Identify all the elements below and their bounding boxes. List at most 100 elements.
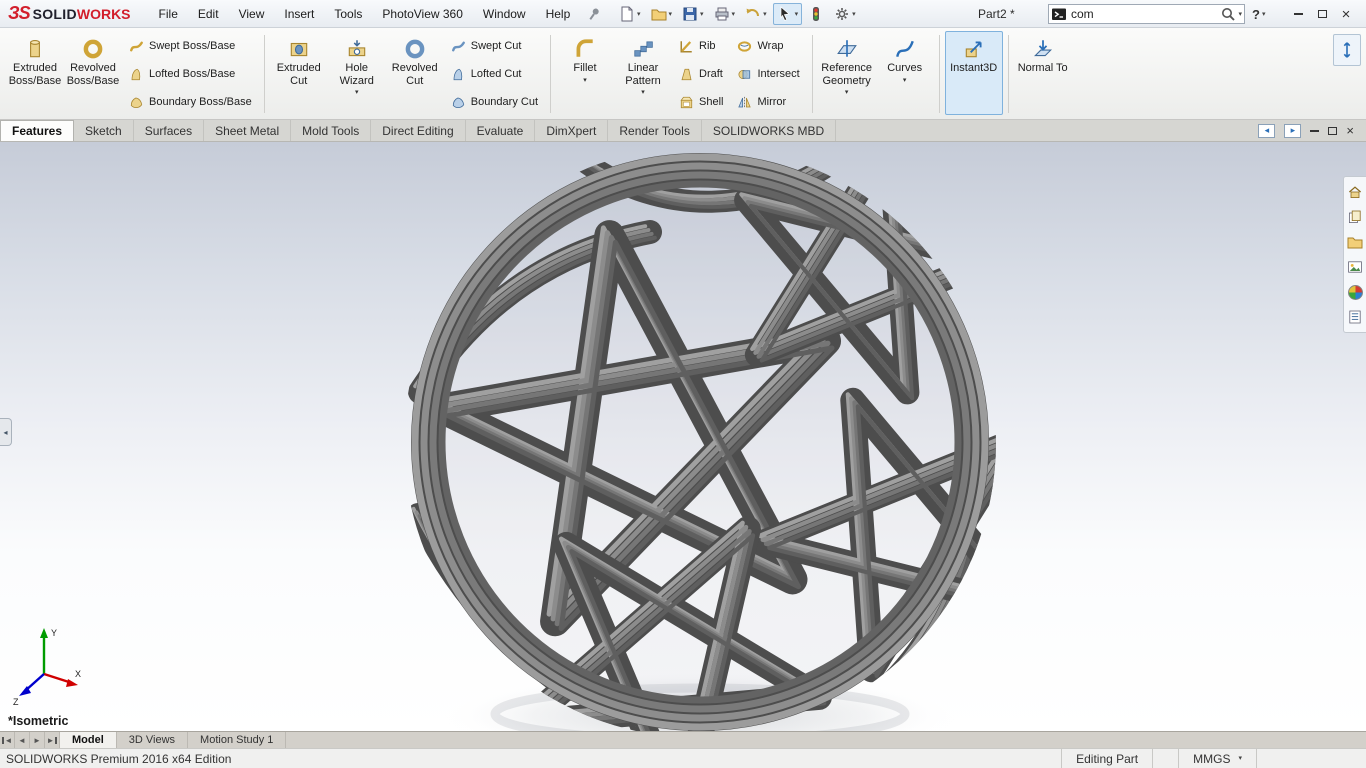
save-dropdown-icon[interactable]: ▾: [700, 11, 704, 18]
boundary-boss-base-button[interactable]: Boundary Boss/Base: [124, 89, 257, 115]
tab-model[interactable]: Model: [60, 732, 117, 748]
open-button[interactable]: ▾: [647, 3, 677, 25]
wrap-button[interactable]: Wrap: [732, 33, 788, 59]
lofted-boss-base-button[interactable]: Lofted Boss/Base: [124, 61, 240, 87]
menu-help[interactable]: Help: [536, 0, 581, 27]
open-dropdown-icon[interactable]: ▾: [669, 11, 673, 18]
units-selector[interactable]: MMGS ▾: [1178, 749, 1256, 768]
reference-geometry-label: Reference Geometry: [821, 62, 873, 87]
save-button[interactable]: ▾: [678, 3, 708, 25]
undo-dropdown-icon[interactable]: ▾: [763, 11, 767, 18]
curves-flyout-icon[interactable]: ▾: [903, 77, 907, 84]
extruded-boss-icon: [24, 36, 46, 62]
tab-solidworks-mbd[interactable]: SOLIDWORKS MBD: [702, 120, 837, 141]
tab-render-tools[interactable]: Render Tools: [608, 120, 702, 141]
linear-pattern-button[interactable]: Linear Pattern ▾: [614, 31, 672, 115]
swept-cut-button[interactable]: Swept Cut: [446, 33, 527, 59]
select-button[interactable]: ▾: [772, 3, 803, 25]
featuremanager-flyout-tab[interactable]: ◂: [0, 418, 12, 446]
new-document-button[interactable]: ▾: [615, 3, 645, 25]
custom-properties-tab[interactable]: [1346, 306, 1365, 328]
reference-geometry-button[interactable]: Reference Geometry ▾: [818, 31, 876, 115]
file-explorer-tab[interactable]: [1346, 231, 1365, 253]
intersect-button[interactable]: Intersect: [732, 61, 804, 87]
fillet-button[interactable]: Fillet ▾: [556, 31, 614, 115]
linear-pattern-flyout-icon[interactable]: ▾: [641, 89, 645, 96]
view-palette-tab[interactable]: [1346, 256, 1365, 278]
doc-previous-button[interactable]: ◂: [1258, 123, 1276, 138]
extruded-boss-base-button[interactable]: Extruded Boss/Base: [6, 31, 64, 115]
task-pane-button[interactable]: [1333, 34, 1361, 66]
help-button[interactable]: ? ▾: [1252, 0, 1265, 28]
extruded-cut-button[interactable]: Extruded Cut: [270, 31, 328, 115]
draft-button[interactable]: Draft: [674, 61, 728, 87]
extruded-cut-label: Extruded Cut: [276, 62, 321, 87]
print-button[interactable]: ▾: [710, 3, 740, 25]
appearances-tab[interactable]: [1346, 281, 1365, 303]
model-woven-sphere[interactable]: [0, 142, 1366, 731]
menu-window[interactable]: Window: [473, 0, 536, 27]
swept-cut-label: Swept Cut: [470, 40, 522, 52]
boundary-cut-button[interactable]: Boundary Cut: [446, 89, 543, 115]
menu-view[interactable]: View: [229, 0, 275, 27]
revolved-cut-button[interactable]: Revolved Cut: [386, 31, 444, 115]
print-dropdown-icon[interactable]: ▾: [732, 11, 736, 18]
fillet-flyout-icon[interactable]: ▾: [583, 77, 587, 84]
rebuild-button[interactable]: [804, 3, 828, 25]
tab-features[interactable]: Features: [0, 120, 75, 141]
swept-boss-base-button[interactable]: Swept Boss/Base: [124, 33, 240, 59]
instant3d-button[interactable]: Instant3D: [944, 31, 1003, 115]
menu-photoview-360[interactable]: PhotoView 360: [372, 0, 473, 27]
tab-sheet-metal[interactable]: Sheet Metal: [204, 120, 292, 141]
undo-button[interactable]: ▾: [741, 3, 771, 25]
tab-direct-editing[interactable]: Direct Editing: [371, 120, 466, 141]
nav-next-button[interactable]: ►: [30, 732, 45, 748]
window-minimize-button[interactable]: [1286, 3, 1310, 25]
window-close-button[interactable]: ×: [1334, 3, 1358, 25]
tab-mold-tools[interactable]: Mold Tools: [291, 120, 372, 141]
curves-button[interactable]: Curves ▾: [876, 31, 934, 115]
nav-previous-button[interactable]: ◄: [15, 732, 30, 748]
shell-button[interactable]: Shell: [674, 89, 728, 115]
lofted-cut-button[interactable]: Lofted Cut: [446, 61, 527, 87]
magnifier-icon[interactable]: [1220, 6, 1236, 22]
revolved-boss-base-button[interactable]: Revolved Boss/Base: [64, 31, 122, 115]
doc-minimize-button[interactable]: [1310, 129, 1320, 132]
units-dropdown-icon[interactable]: ▾: [1238, 755, 1242, 762]
menu-insert[interactable]: Insert: [274, 0, 324, 27]
select-dropdown-icon[interactable]: ▾: [795, 11, 799, 18]
new-document-dropdown-icon[interactable]: ▾: [637, 11, 641, 18]
rib-button[interactable]: Rib: [674, 33, 721, 59]
tab-dimxpert[interactable]: DimXpert: [535, 120, 609, 141]
options-button[interactable]: ▾: [830, 3, 860, 25]
tab-evaluate[interactable]: Evaluate: [466, 120, 536, 141]
reference-geometry-flyout-icon[interactable]: ▾: [845, 89, 849, 96]
features-ribbon: Extruded Boss/Base Revolved Boss/Base Swep…: [0, 28, 1366, 120]
doc-restore-button[interactable]: [1328, 126, 1338, 135]
z-axis-label: Z: [13, 697, 19, 706]
menu-edit[interactable]: Edit: [188, 0, 229, 27]
options-dropdown-icon[interactable]: ▾: [852, 11, 856, 18]
pin-toolbar-icon[interactable]: [583, 2, 605, 24]
graphics-area[interactable]: Y X Z *Isometric ◂: [0, 142, 1366, 731]
help-dropdown-icon[interactable]: ▾: [1262, 11, 1266, 18]
tab-3d-views[interactable]: 3D Views: [117, 732, 189, 748]
hole-wizard-flyout-icon[interactable]: ▾: [355, 89, 359, 96]
normal-to-button[interactable]: Normal To: [1014, 31, 1072, 115]
nav-last-button[interactable]: ►: [45, 732, 60, 748]
design-library-tab[interactable]: [1346, 206, 1365, 228]
tab-surfaces[interactable]: Surfaces: [134, 120, 205, 141]
doc-next-button[interactable]: ▸: [1284, 123, 1302, 138]
menu-file[interactable]: File: [149, 0, 188, 27]
solidworks-resources-tab[interactable]: [1346, 181, 1365, 203]
search-input[interactable]: [1067, 7, 1221, 21]
window-maximize-button[interactable]: [1310, 3, 1334, 25]
tab-motion-study-1[interactable]: Motion Study 1: [188, 732, 287, 748]
tab-sketch[interactable]: Sketch: [74, 120, 134, 141]
search-dropdown-icon[interactable]: ▾: [1238, 11, 1242, 18]
menu-tools[interactable]: Tools: [324, 0, 372, 27]
doc-close-button[interactable]: ×: [1346, 124, 1354, 137]
nav-first-button[interactable]: ◄: [0, 732, 15, 748]
mirror-button[interactable]: Mirror: [732, 89, 791, 115]
hole-wizard-button[interactable]: Hole Wizard ▾: [328, 31, 386, 115]
